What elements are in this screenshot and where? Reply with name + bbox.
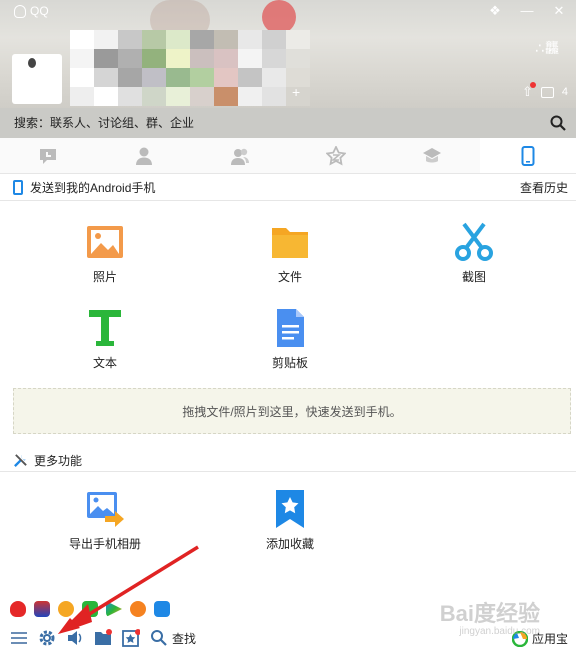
tool-label: 文件 bbox=[277, 270, 302, 284]
mail-app-icon[interactable] bbox=[82, 601, 98, 617]
phone-icon bbox=[521, 145, 535, 166]
main-tabs bbox=[0, 138, 576, 174]
tool-photo[interactable]: 照片 bbox=[45, 222, 165, 285]
search-icon[interactable] bbox=[150, 629, 168, 647]
online-status-button[interactable]: ∴龘 bbox=[535, 38, 560, 58]
profile-header: QQ ❖ — ✕ ∴龘 + ⇧ 4 bbox=[0, 0, 576, 108]
more-features-header: 更多功能 bbox=[0, 449, 576, 472]
search-icon[interactable] bbox=[550, 115, 566, 131]
free-app-icon[interactable] bbox=[130, 601, 146, 617]
avatar-penguin-icon bbox=[28, 58, 36, 68]
pet-app-icon[interactable] bbox=[58, 601, 74, 617]
view-history-link[interactable]: 查看历史 bbox=[520, 179, 568, 196]
upload-icon[interactable]: ⇧ bbox=[522, 82, 536, 100]
tool-screenshot[interactable]: 截图 bbox=[414, 222, 534, 285]
close-button[interactable]: ✕ bbox=[548, 2, 570, 20]
send-to-phone-title: 发送到我的Android手机 bbox=[30, 180, 156, 195]
tool-clipboard[interactable]: 剪贴板 bbox=[230, 308, 350, 371]
security-app-icon[interactable] bbox=[154, 601, 170, 617]
window-title-text: QQ bbox=[30, 4, 49, 18]
tab-chat[interactable] bbox=[0, 138, 96, 173]
qq-window: QQ ❖ — ✕ ∴龘 + ⇧ 4 搜索：联系人、讨论组、群、企业 发送到我的A… bbox=[0, 0, 576, 649]
qq-penguin-app-icon[interactable] bbox=[10, 601, 26, 617]
search-input[interactable] bbox=[12, 115, 536, 131]
gear-icon[interactable] bbox=[38, 629, 56, 647]
tool-label: 文本 bbox=[92, 356, 117, 370]
tool-label: 剪贴板 bbox=[271, 356, 308, 370]
space-icon bbox=[326, 145, 346, 166]
chat-icon bbox=[40, 148, 56, 164]
more-features-title: 更多功能 bbox=[34, 453, 83, 468]
baidu-watermark: Bai度经验 jingyan.baidu.com bbox=[440, 596, 540, 637]
favorites-icon[interactable] bbox=[122, 629, 140, 647]
nickname-pixelated bbox=[70, 30, 310, 106]
clipboard-icon bbox=[277, 309, 304, 347]
file-manager-icon[interactable] bbox=[94, 629, 112, 647]
watermark-main: Bai度经验 bbox=[439, 601, 540, 626]
search-bar bbox=[0, 108, 576, 138]
mailbox-icon[interactable] bbox=[540, 86, 554, 98]
find-button[interactable]: 查找 bbox=[172, 630, 196, 647]
school-icon bbox=[423, 147, 441, 162]
skin-button[interactable]: ❖ bbox=[484, 2, 506, 20]
tool-text[interactable]: 文本 bbox=[45, 308, 165, 371]
tool-label: 截图 bbox=[461, 270, 486, 284]
tab-contacts[interactable] bbox=[96, 138, 192, 173]
export-album-icon bbox=[87, 492, 124, 527]
favorite-icon bbox=[276, 490, 304, 528]
tab-groups[interactable] bbox=[192, 138, 288, 173]
minimize-button[interactable]: — bbox=[516, 2, 538, 20]
app-shortcuts bbox=[10, 601, 170, 617]
header-tool-icons: ⇧ 4 bbox=[522, 82, 568, 100]
tab-space[interactable] bbox=[288, 138, 384, 173]
video-app-icon[interactable] bbox=[106, 601, 122, 617]
tab-school[interactable] bbox=[384, 138, 480, 173]
avatar[interactable] bbox=[12, 54, 62, 104]
qq-show-app-icon[interactable] bbox=[34, 601, 50, 617]
tool-add-favorite[interactable]: 添加收藏 bbox=[230, 489, 350, 552]
tool-file[interactable]: 文件 bbox=[230, 222, 350, 285]
tool-label: 导出手机相册 bbox=[68, 537, 141, 551]
tool-label: 照片 bbox=[92, 270, 117, 284]
tools-icon bbox=[14, 453, 27, 467]
tool-export-album[interactable]: 导出手机相册 bbox=[45, 489, 165, 552]
contact-icon bbox=[136, 147, 152, 165]
android-phone-icon bbox=[13, 179, 23, 195]
add-signature-icon[interactable]: + bbox=[292, 84, 300, 100]
drop-zone[interactable]: 拖拽文件/照片到这里，快速发送到手机。 bbox=[13, 388, 571, 434]
watermark-sub: jingyan.baidu.com bbox=[459, 626, 540, 637]
text-icon bbox=[89, 310, 121, 346]
window-title: QQ bbox=[14, 4, 49, 18]
volume-icon[interactable] bbox=[66, 629, 84, 647]
badge-count: 4 bbox=[561, 86, 568, 98]
balloon-decoration bbox=[262, 0, 296, 34]
tool-label: 添加收藏 bbox=[265, 537, 314, 551]
photo-icon bbox=[87, 226, 123, 258]
qq-penguin-icon bbox=[14, 4, 26, 18]
folder-icon bbox=[272, 228, 308, 258]
scissors-icon bbox=[455, 222, 493, 261]
menu-icon[interactable] bbox=[10, 629, 28, 647]
tab-phone[interactable] bbox=[480, 138, 576, 173]
group-icon bbox=[231, 148, 249, 165]
send-to-phone-bar: 发送到我的Android手机 查看历史 bbox=[0, 174, 576, 201]
